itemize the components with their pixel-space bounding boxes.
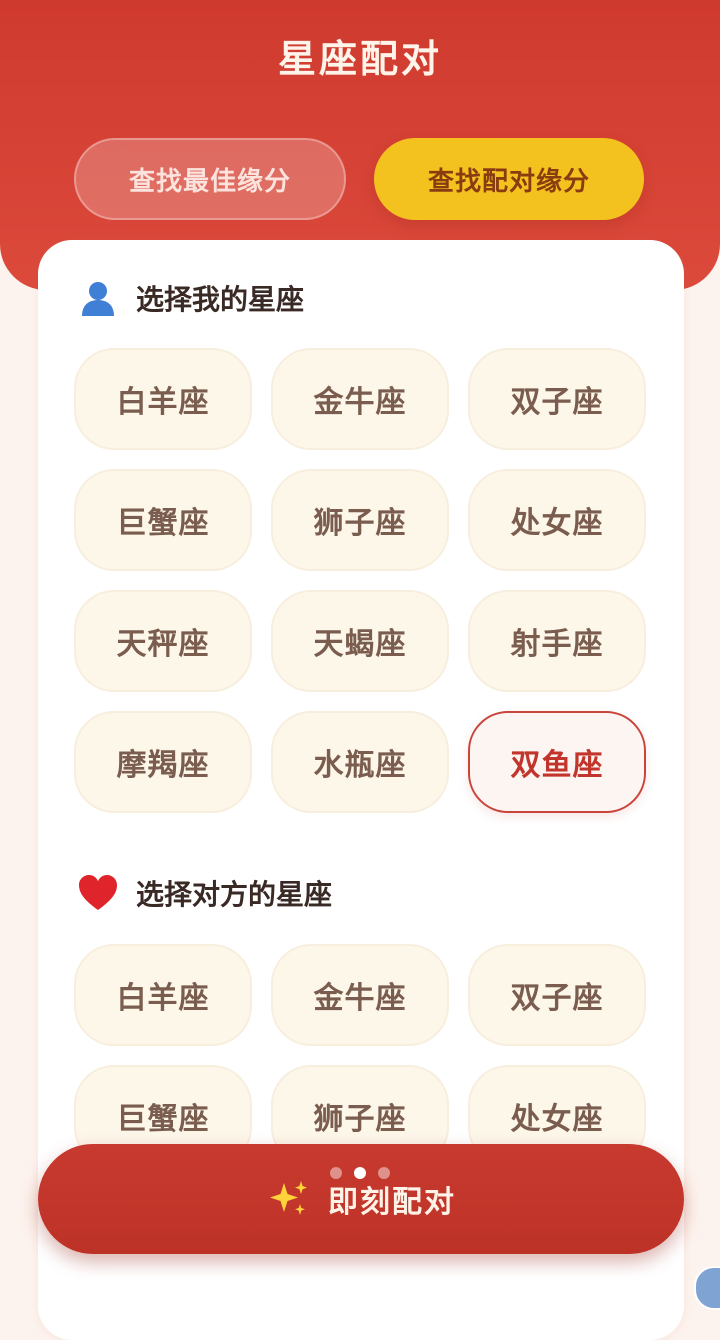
my-sign-section-label: 选择我的星座	[136, 283, 305, 316]
pager-dot[interactable]	[330, 1167, 342, 1179]
my-sign-leo[interactable]: 狮子座	[271, 469, 449, 571]
my-sign-sagittarius[interactable]: 射手座	[468, 590, 646, 692]
pager-dots	[330, 1167, 402, 1179]
partner-sign-gemini[interactable]: 双子座	[468, 944, 646, 1046]
my-sign-scorpio[interactable]: 天蝎座	[271, 590, 449, 692]
match-now-button[interactable]: 即刻配对	[38, 1144, 684, 1254]
my-sign-section-title: 选择我的星座	[76, 276, 304, 320]
my-sign-aries[interactable]: 白羊座	[74, 348, 252, 450]
partner-sign-section-title: 选择对方的星座	[76, 871, 332, 915]
my-sign-virgo[interactable]: 处女座	[468, 469, 646, 571]
floating-avatar-button[interactable]	[694, 1266, 720, 1310]
my-sign-gemini[interactable]: 双子座	[468, 348, 646, 450]
pager-dot-active[interactable]	[354, 1167, 366, 1179]
my-sign-pisces-selected[interactable]: 双鱼座	[468, 711, 646, 813]
my-sign-cancer[interactable]: 巨蟹座	[74, 469, 252, 571]
partner-sign-section-label: 选择对方的星座	[136, 878, 333, 911]
sparkles-icon	[266, 1179, 310, 1219]
my-sign-taurus[interactable]: 金牛座	[271, 348, 449, 450]
page-title: 星座配对	[277, 37, 442, 81]
pager-dot[interactable]	[378, 1167, 390, 1179]
person-icon	[76, 276, 120, 320]
my-sign-aquarius[interactable]: 水瓶座	[271, 711, 449, 813]
match-now-label: 即刻配对	[328, 1185, 456, 1220]
partner-sign-aries[interactable]: 白羊座	[74, 944, 252, 1046]
find-pair-match-button[interactable]: 查找配对缘分	[374, 138, 644, 220]
heart-icon	[76, 871, 120, 915]
my-sign-capricorn[interactable]: 摩羯座	[74, 711, 252, 813]
partner-sign-taurus[interactable]: 金牛座	[271, 944, 449, 1046]
my-sign-libra[interactable]: 天秤座	[74, 590, 252, 692]
find-best-match-button[interactable]: 查找最佳缘分	[74, 138, 346, 220]
